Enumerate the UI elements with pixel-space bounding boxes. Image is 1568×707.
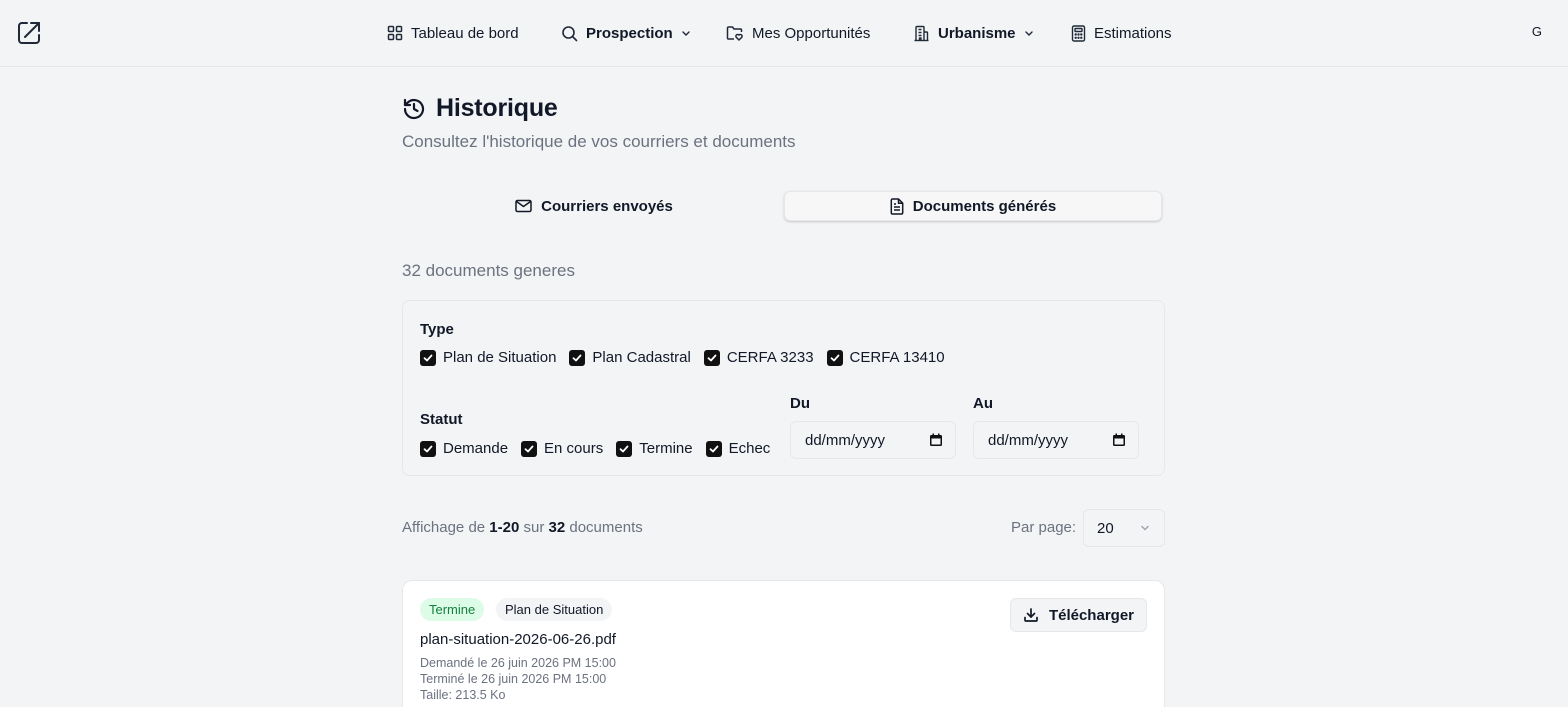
calculator-icon [1071,24,1086,42]
nav-item-label: Mes Opportunités [752,24,871,42]
checkbox-demande[interactable]: Demande [420,440,508,457]
download-button[interactable]: Télécharger [1009,598,1147,632]
date-from-label: Du [790,395,810,412]
checkbox-checked-icon [703,349,720,366]
nav-item-estimations[interactable]: Estimations [1071,0,1172,66]
page-header: Historique [402,94,558,123]
checkbox-label: Plan de Situation [443,349,557,366]
checkbox-label: Termine [639,440,693,457]
checkbox-checked-icon [826,349,843,366]
pagination-suffix: documents [569,519,643,536]
checkbox-plan-cadastral[interactable]: Plan Cadastral [569,349,691,366]
date-to-input[interactable]: dd/mm/yyyy [973,421,1139,459]
per-page-value: 20 [1097,519,1114,537]
tab-documents-generes[interactable]: Documents générés [784,191,1162,221]
checkbox-label: CERFA 3233 [726,349,814,366]
checkbox-label: En cours [544,440,604,457]
document-count: 32 documents generes [402,261,575,280]
checkbox-checked-icon [420,440,436,457]
page-title: Historique [436,94,558,122]
pagination-range: 1-20 [489,519,520,536]
checkbox-en-cours[interactable]: En cours [521,440,603,457]
chevron-down-icon [681,31,690,36]
completed-date: Terminé le 26 juin 2026 PM 15:00 [420,672,607,686]
checkbox-checked-icon [616,440,633,457]
logo-icon[interactable] [16,20,42,46]
checkbox-label: Plan Cadastral [592,349,691,366]
mail-icon [515,199,532,213]
file-text-icon [890,197,904,215]
dashboard-grid-icon [387,25,403,41]
chevron-down-icon [1024,31,1033,36]
date-placeholder: dd/mm/yyyy [805,431,886,449]
checkbox-termine[interactable]: Termine [616,440,693,457]
checkbox-checked-icon [420,349,436,366]
checkbox-label: Demande [443,440,509,457]
pagination-summary: Affichage de 1-20 sur 32 documents [402,519,643,536]
nav-item-tableau-de-bord[interactable]: Tableau de bord [387,0,519,66]
nav-item-label: Tableau de bord [411,24,519,42]
top-navigation-bar: Tableau de bord Prospection Mes Opportun… [0,0,1568,67]
status-badge: Termine [420,598,485,621]
calendar-icon[interactable] [929,433,943,447]
nav-item-label: Estimations [1094,24,1172,42]
per-page-label: Par page: [1011,519,1077,536]
date-placeholder: dd/mm/yyyy [988,431,1069,449]
pagination-middle: sur [523,519,545,536]
nav-item-label: Urbanisme [938,24,1016,42]
type-filter-label: Type [420,321,454,338]
pagination-prefix: Affichage de [402,519,486,536]
checkbox-label: Echec [728,440,771,457]
file-size: Taille: 213.5 Ko [420,688,506,702]
nav-item-mes-opportunites[interactable]: Mes Opportunités [726,0,870,66]
building-icon [914,25,929,41]
nav-item-urbanisme[interactable]: Urbanisme [913,0,1034,66]
requested-date: Demandé le 26 juin 2026 PM 15:00 [420,656,616,670]
type-filter-group: Plan de Situation Plan Cadastral CERFA 3… [420,349,958,366]
folder-heart-icon [726,26,743,41]
status-filter-group: Demande En cours Termine Echec [420,440,783,457]
nav-item-prospection[interactable]: Prospection [561,0,691,66]
document-filename: plan-situation-2026-06-26.pdf [420,631,616,648]
document-card: Termine Plan de Situation plan-situation… [402,580,1165,707]
tab-courriers-envoyes[interactable]: Courriers envoyés [405,191,783,221]
pagination-total: 32 [548,519,566,536]
history-icon [403,98,425,119]
download-button-label: Télécharger [1048,606,1134,624]
status-filter-label: Statut [420,411,463,428]
checkbox-checked-icon [521,440,538,457]
tab-list: Courriers envoyés Documents générés [402,188,1165,224]
checkbox-plan-de-situation[interactable]: Plan de Situation [420,349,556,366]
checkbox-cerfa-13410[interactable]: CERFA 13410 [826,349,945,366]
filters-panel: Type Plan de Situation Plan Cadastral CE… [402,300,1165,476]
checkbox-cerfa-3233[interactable]: CERFA 3233 [703,349,814,366]
checkbox-checked-icon [705,440,722,457]
date-from-input[interactable]: dd/mm/yyyy [790,421,956,459]
calendar-icon[interactable] [1112,433,1126,447]
date-to-label: Au [973,395,993,412]
nav-item-label: Prospection [586,24,673,42]
tab-label: Courriers envoyés [541,197,673,215]
search-icon [562,25,578,41]
type-badge: Plan de Situation [496,598,613,621]
checkbox-echec[interactable]: Echec [705,440,771,457]
page-subtitle: Consultez l'historique de vos courriers … [402,132,796,151]
download-icon [1024,608,1038,622]
checkbox-label: CERFA 13410 [849,349,945,366]
tab-label: Documents générés [912,197,1057,215]
per-page-select[interactable]: 20 [1083,509,1165,547]
user-avatar[interactable]: G [1532,24,1542,39]
checkbox-checked-icon [569,349,586,366]
chevron-down-icon [1141,525,1149,531]
